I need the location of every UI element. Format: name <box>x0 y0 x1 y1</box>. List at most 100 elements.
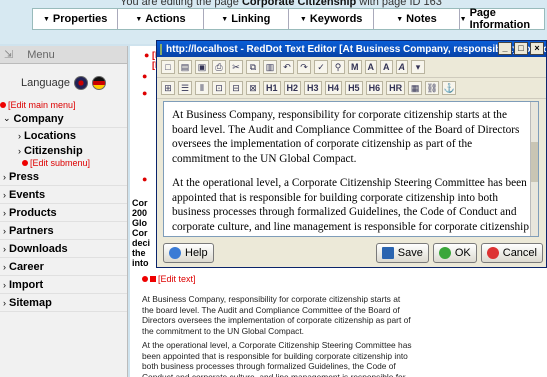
editor-text-area[interactable]: At Business Company, responsibility for … <box>163 101 539 237</box>
editing-page-name: Corporate Citizenship <box>241 0 357 8</box>
close-icon[interactable]: × <box>530 42 544 55</box>
editor-title: http://localhost - RedDot Text Editor [A… <box>166 43 546 55</box>
scrollbar-thumb[interactable] <box>531 142 538 182</box>
triangle-down-icon: ▼ <box>299 15 307 23</box>
triangle-down-icon: ▼ <box>42 15 50 23</box>
nav-linking[interactable]: ▼ Linking <box>204 9 289 29</box>
nav-label: Keywords <box>309 13 363 25</box>
ok-label: OK <box>454 247 471 259</box>
save-button[interactable]: Save <box>375 243 429 263</box>
editor-toolbar-2: ⊞ ☰ ⦀ ⊡ ⊟ ⊠ H1 H2 H3 H4 H5 H6 HR ▦ ⛓ ⚓ <box>157 78 546 99</box>
heading-6-button[interactable]: H6 <box>365 81 384 95</box>
nav-properties[interactable]: ▼ Properties <box>33 9 119 29</box>
font-italic-icon[interactable]: A <box>395 60 408 74</box>
edit-text-link[interactable]: [Edit text] <box>142 274 196 284</box>
bold-m-icon[interactable]: M <box>348 60 362 74</box>
sidebar-item-press[interactable]: › Press <box>0 168 127 186</box>
chevron-down-icon: ⌄ <box>3 113 11 123</box>
heading-1-button[interactable]: H1 <box>263 81 281 95</box>
cancel-icon <box>486 247 499 259</box>
table-rows-icon[interactable]: ☰ <box>178 81 192 95</box>
insert-anchor-icon[interactable]: ⚓ <box>442 81 457 95</box>
help-label: Help <box>185 247 208 259</box>
editing-suffix: with page ID 163 <box>359 0 442 8</box>
help-button[interactable]: Help <box>163 243 214 263</box>
sidebar-item-events[interactable]: › Events <box>0 186 127 204</box>
new-icon[interactable]: □ <box>161 60 175 74</box>
red-dot-icon: ● <box>142 71 148 81</box>
sidebar-item-career[interactable]: › Career <box>0 258 127 276</box>
font-size-medium-icon[interactable]: A <box>380 60 393 74</box>
help-icon <box>169 247 181 259</box>
cut-icon[interactable]: ✂ <box>229 60 243 74</box>
undo-icon[interactable]: ↶ <box>280 60 294 74</box>
editing-prefix: You are editing the page <box>120 0 239 8</box>
heading-3-button[interactable]: H3 <box>304 81 322 95</box>
cell-props-icon[interactable]: ⊠ <box>246 81 260 95</box>
table-cols-icon[interactable]: ⦀ <box>195 81 209 95</box>
heading-2-button[interactable]: H2 <box>283 81 302 95</box>
content-fragment: into <box>132 258 149 268</box>
cancel-button[interactable]: Cancel <box>480 243 543 263</box>
sidebar-item-import[interactable]: › Import <box>0 276 127 294</box>
content-fragment: Cor <box>132 198 148 208</box>
edit-main-menu-link[interactable]: [Edit main menu] <box>0 100 127 110</box>
copy-icon[interactable]: ⧉ <box>246 60 260 74</box>
maximize-icon[interactable]: □ <box>514 42 528 55</box>
sidebar-item-citizenship[interactable]: › Citizenship <box>0 143 127 158</box>
scrollbar[interactable] <box>530 102 538 236</box>
save-icon[interactable]: ▣ <box>195 60 209 74</box>
content-fragment: Glo <box>132 218 147 228</box>
horizontal-rule-button[interactable]: HR <box>386 81 406 95</box>
sidebar-item-label: Products <box>9 206 57 219</box>
chevron-right-icon: › <box>3 171 6 182</box>
heading-4-button[interactable]: H4 <box>324 81 343 95</box>
cancel-label: Cancel <box>502 247 537 259</box>
ok-button[interactable]: OK <box>432 243 477 263</box>
uk-flag-icon[interactable] <box>73 76 88 90</box>
save-label: Save <box>397 247 423 259</box>
editor-toolbar-1: □ ▤ ▣ ⎙ ✂ ⧉ ▥ ↶ ↷ ✓ ⚲ M A A A ▾ <box>157 57 546 78</box>
sidebar-item-locations[interactable]: › Locations <box>0 128 127 143</box>
insert-table-icon[interactable]: ⊞ <box>161 81 175 95</box>
nav-page-information[interactable]: ▼ Page Information <box>460 7 544 31</box>
edit-submenu-link[interactable]: [Edit submenu] <box>0 158 127 168</box>
heading-5-button[interactable]: H5 <box>345 81 363 95</box>
spellcheck-icon[interactable]: ✓ <box>314 60 328 74</box>
german-flag-icon[interactable] <box>91 76 106 90</box>
nav-label: Page Information <box>469 7 531 31</box>
sidebar-item-partners[interactable]: › Partners <box>0 222 127 240</box>
nav-actions[interactable]: ▼ Actions <box>118 9 204 29</box>
nav-label: Actions <box>145 13 186 25</box>
sidebar-item-label: Sitemap <box>9 296 52 309</box>
open-icon[interactable]: ▤ <box>178 60 192 74</box>
font-size-large-icon[interactable]: A <box>364 60 377 74</box>
split-cells-icon[interactable]: ⊟ <box>229 81 243 95</box>
insert-image-icon[interactable]: ▦ <box>408 81 423 95</box>
insert-link-icon[interactable]: ⛓ <box>425 81 440 95</box>
nav-keywords[interactable]: ▼ Keywords <box>289 9 375 29</box>
minimize-icon[interactable]: _ <box>498 42 512 55</box>
edit-text-label: [Edit text] <box>158 274 196 284</box>
menu-title: Menu <box>27 48 55 61</box>
find-icon[interactable]: ⚲ <box>331 60 345 74</box>
sidebar-item-label: Locations <box>24 129 76 142</box>
top-navigation: ▼ Properties ▼ Actions ▼ Linking ▼ Keywords … <box>32 7 545 31</box>
sidebar-item-company[interactable]: ⌄ Company <box>0 110 127 128</box>
red-dot-icon <box>0 102 6 108</box>
nav-notes[interactable]: ▼ Notes <box>374 9 460 29</box>
sidebar-item-sitemap[interactable]: › Sitemap <box>0 294 127 312</box>
dropdown-icon[interactable]: ▾ <box>411 60 425 74</box>
print-icon[interactable]: ⎙ <box>212 60 226 74</box>
editor-paragraph: At Business Company, responsibility for … <box>172 109 520 165</box>
collapse-icon[interactable]: ⇲ <box>4 48 13 61</box>
red-dot-icon: ● <box>142 174 148 184</box>
editor-paragraph: At the operational level, a Corporate Ci… <box>172 177 529 236</box>
merge-cells-icon[interactable]: ⊡ <box>212 81 226 95</box>
paste-icon[interactable]: ▥ <box>263 60 277 74</box>
sidebar-item-products[interactable]: › Products <box>0 204 127 222</box>
sidebar-item-downloads[interactable]: › Downloads <box>0 240 127 258</box>
redo-icon[interactable]: ↷ <box>297 60 311 74</box>
content-fragment: the <box>132 248 146 258</box>
content-paragraph: At the operational level, a Corporate Ci… <box>142 340 412 377</box>
